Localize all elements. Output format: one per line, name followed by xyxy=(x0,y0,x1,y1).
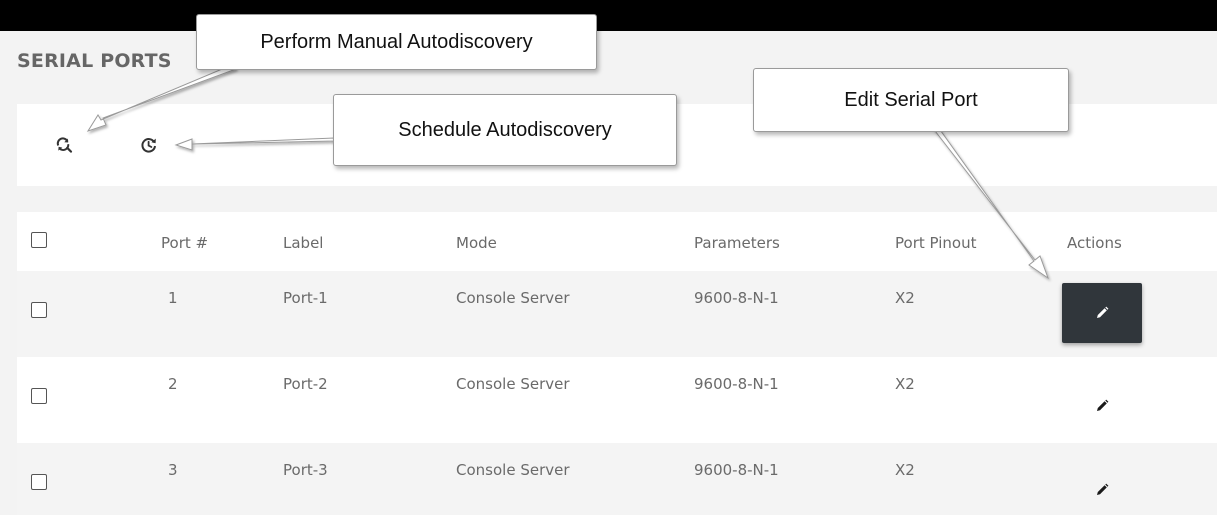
column-header-port: Port # xyxy=(161,234,209,252)
cell-label: Port-1 xyxy=(283,289,328,307)
cell-mode: Console Server xyxy=(456,375,570,393)
column-header-parameters: Parameters xyxy=(694,234,780,252)
column-header-actions: Actions xyxy=(1067,234,1122,252)
callout-edit-serial-port: Edit Serial Port xyxy=(753,68,1069,132)
select-all-checkbox[interactable] xyxy=(31,232,47,248)
cell-mode: Console Server xyxy=(456,461,570,479)
row-checkbox[interactable] xyxy=(31,302,47,318)
cell-label: Port-2 xyxy=(283,375,328,393)
table-header: Port # Label Mode Parameters Port Pinout… xyxy=(17,212,1217,271)
column-header-label: Label xyxy=(283,234,324,252)
cell-port-pinout: X2 xyxy=(895,461,915,479)
cell-parameters: 9600-8-N-1 xyxy=(694,289,779,307)
serial-ports-table: Port # Label Mode Parameters Port Pinout… xyxy=(17,212,1217,515)
column-header-port-pinout: Port Pinout xyxy=(895,234,977,252)
cell-parameters: 9600-8-N-1 xyxy=(694,461,779,479)
page-title: SERIAL PORTS xyxy=(17,50,172,72)
table-row: 2 Port-2 Console Server 9600-8-N-1 X2 xyxy=(17,357,1217,443)
pencil-icon xyxy=(1097,483,1109,495)
clock-refresh-icon[interactable] xyxy=(139,135,159,155)
cell-port-number: 2 xyxy=(168,375,178,393)
cell-port-number: 3 xyxy=(168,461,178,479)
table-row: 1 Port-1 Console Server 9600-8-N-1 X2 xyxy=(17,271,1217,357)
table-row: 3 Port-3 Console Server 9600-8-N-1 X2 xyxy=(17,443,1217,515)
edit-serial-port-button[interactable] xyxy=(1062,283,1142,343)
cell-parameters: 9600-8-N-1 xyxy=(694,375,779,393)
cell-port-number: 1 xyxy=(168,289,178,307)
edit-serial-port-button[interactable] xyxy=(1085,389,1119,423)
cell-label: Port-3 xyxy=(283,461,328,479)
callout-manual-autodiscovery: Perform Manual Autodiscovery xyxy=(196,14,597,70)
row-checkbox[interactable] xyxy=(31,388,47,404)
callout-schedule-autodiscovery: Schedule Autodiscovery xyxy=(333,94,677,166)
cell-mode: Console Server xyxy=(456,289,570,307)
pencil-icon xyxy=(1097,306,1109,318)
cell-port-pinout: X2 xyxy=(895,375,915,393)
edit-serial-port-button[interactable] xyxy=(1085,473,1119,507)
cell-port-pinout: X2 xyxy=(895,289,915,307)
row-checkbox[interactable] xyxy=(31,474,47,490)
search-refresh-icon[interactable] xyxy=(54,135,74,155)
pencil-icon xyxy=(1097,399,1109,411)
column-header-mode: Mode xyxy=(456,234,497,252)
top-bar xyxy=(0,0,1217,31)
